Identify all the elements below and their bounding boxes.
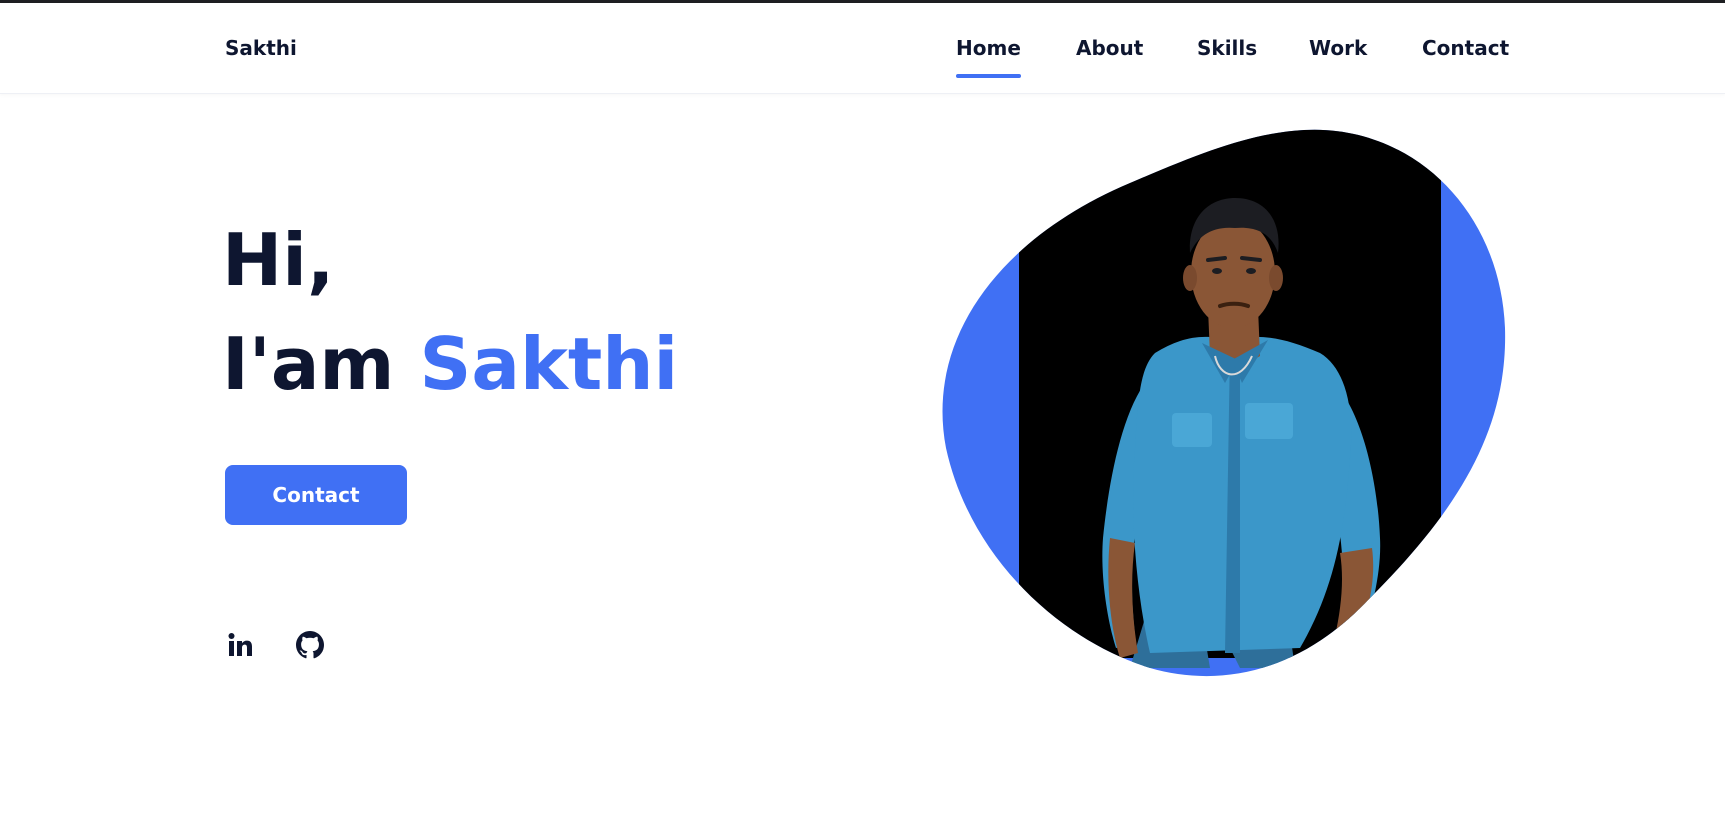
main-nav: Home About Skills Work Contact bbox=[0, 3, 1725, 93]
hero-name: Sakthi bbox=[419, 322, 679, 406]
github-icon bbox=[296, 631, 324, 659]
linkedin-link[interactable] bbox=[225, 630, 255, 660]
hero-blob-image bbox=[942, 129, 1506, 677]
github-link[interactable] bbox=[295, 630, 325, 660]
contact-button[interactable]: Contact bbox=[225, 465, 407, 525]
nav-about[interactable]: About bbox=[1076, 36, 1143, 60]
hero-greeting: Hi, bbox=[222, 218, 335, 302]
nav-work[interactable]: Work bbox=[1309, 36, 1367, 60]
nav-contact[interactable]: Contact bbox=[1422, 36, 1509, 60]
site-header: Sakthi Home About Skills Work Contact bbox=[0, 3, 1725, 94]
hero-heading: Hi, I'am Sakthi bbox=[222, 208, 678, 416]
nav-skills[interactable]: Skills bbox=[1197, 36, 1257, 60]
hero-intro-prefix: I'am bbox=[222, 322, 395, 406]
nav-home[interactable]: Home bbox=[956, 36, 1021, 78]
linkedin-icon bbox=[228, 633, 252, 656]
